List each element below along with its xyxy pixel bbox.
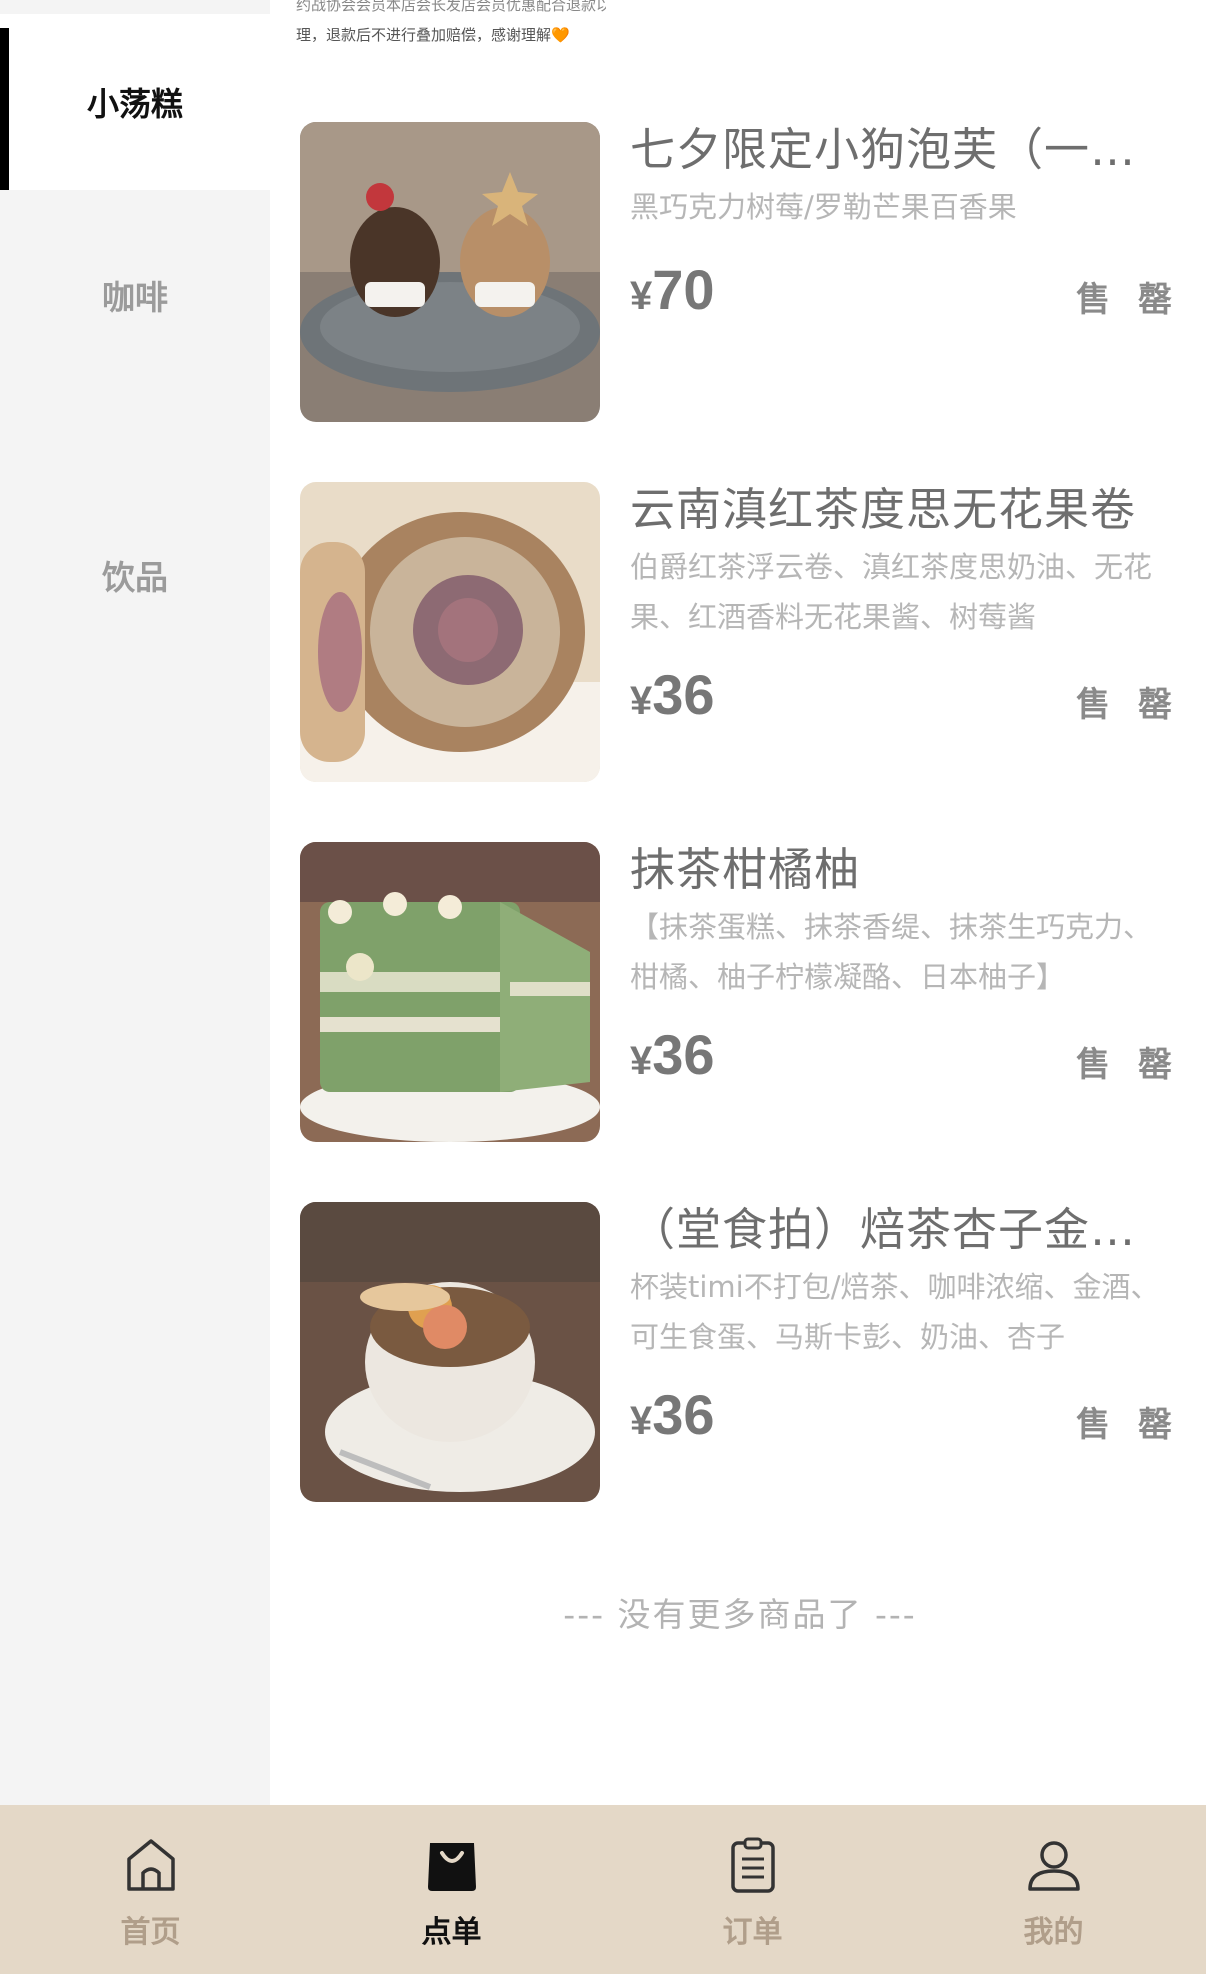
tab-profile[interactable]: 我的 [903,1805,1204,1974]
product-image [300,482,600,782]
list-end-tip: --- 没有更多商品了 --- [563,1595,917,1634]
app-root: 小荡糕 咖啡 饮品 约战协会会员本店会长发店会员优惠配合退款以 理，退款后不进行… [0,0,1206,1974]
currency-symbol: ¥ [630,274,653,318]
sidebar-item-cakes[interactable]: 小荡糕 [0,14,270,190]
product-price: ¥36 [630,1022,715,1087]
product-card[interactable]: 七夕限定小狗泡芙（一对） 黑巧克力树莓/罗勒芒果百香果 ¥70 售 罄 [300,122,1180,422]
tab-label: 我的 [1023,1915,1084,1950]
product-image [300,842,600,1142]
product-title: 云南滇红茶度思无花果卷 [630,483,1137,536]
clipboard-icon [730,1837,775,1893]
product-card[interactable]: 云南滇红茶度思无花果卷 伯爵红茶浮云卷、滇红茶度思奶油、无花果、红酒香料无花果酱… [300,482,1180,782]
product-description: 【抹茶蛋糕、抹茶香缇、抹茶生巧克力、柑橘、柚子柠檬凝酪、日本柚子】 [630,910,1153,994]
tab-label: 点单 [421,1915,482,1950]
product-card[interactable]: 抹茶柑橘柚 【抹茶蛋糕、抹茶香缇、抹茶生巧克力、柑橘、柚子柠檬凝酪、日本柚子】 … [300,842,1180,1142]
home-icon [126,1839,175,1891]
product-description: 黑巧克力树莓/罗勒芒果百香果 [630,190,1017,224]
product-price: ¥36 [630,662,715,727]
tab-label: 首页 [120,1915,181,1950]
product-price: ¥70 [630,257,715,322]
product-title: 七夕限定小狗泡芙（一对） [630,123,1170,176]
price-value: 36 [652,663,715,726]
shopping-bag-icon [427,1843,476,1891]
sidebar-item-drinks[interactable]: 饮品 [0,520,270,630]
sold-out-label: 售 罄 [1076,280,1180,320]
product-image [300,122,600,422]
product-description: 伯爵红茶浮云卷、滇红茶度思奶油、无花果、红酒香料无花果酱、树莓酱 [630,550,1153,634]
product-image [300,1202,600,1502]
currency-symbol: ¥ [630,1039,653,1083]
sold-out-label: 售 罄 [1076,1405,1180,1445]
sold-out-label: 售 罄 [1076,1045,1180,1085]
product-price: ¥36 [630,1382,715,1447]
price-value: 36 [652,1383,715,1446]
tab-label: 订单 [722,1915,783,1950]
product-card[interactable]: （堂食拍）焙茶杏子金酒提拉米苏 杯装timi不打包/焙茶、咖啡浓缩、金酒、可生食… [300,1202,1180,1502]
product-description: 杯装timi不打包/焙茶、咖啡浓缩、金酒、可生食蛋、马斯卡彭、奶油、杏子 [630,1270,1160,1354]
notice-text: 约战协会会员本店会长发店会员优惠配合退款以 理，退款后不进行叠加赔偿，感谢理解🧡 [296,0,606,52]
sidebar-item-coffee[interactable]: 咖啡 [0,240,270,350]
tab-orders[interactable]: 订单 [602,1805,903,1974]
bottom-tab-bar: 首页 点单 订单 我的 [0,1805,1206,1974]
sidebar-item-label: 饮品 [102,558,168,597]
product-title: 抹茶柑橘柚 [630,843,861,896]
currency-symbol: ¥ [630,1399,653,1443]
user-icon [1027,1841,1080,1891]
sidebar-item-label: 小荡糕 [86,85,183,123]
price-value: 36 [652,1023,715,1086]
price-value: 70 [652,258,715,321]
sidebar-item-label: 咖啡 [102,278,168,317]
notice-line-2: 理，退款后不进行叠加赔偿，感谢理解🧡 [296,26,570,44]
tab-order[interactable]: 点单 [301,1805,602,1974]
currency-symbol: ¥ [630,679,653,723]
category-sidebar: 小荡糕 咖啡 饮品 [0,0,270,1805]
notice-line-1: 约战协会会员本店会长发店会员优惠配合退款以 [296,0,606,14]
product-title: （堂食拍）焙茶杏子金酒提拉米苏 [630,1203,1170,1256]
sold-out-label: 售 罄 [1076,685,1180,725]
tab-home[interactable]: 首页 [0,1805,301,1974]
